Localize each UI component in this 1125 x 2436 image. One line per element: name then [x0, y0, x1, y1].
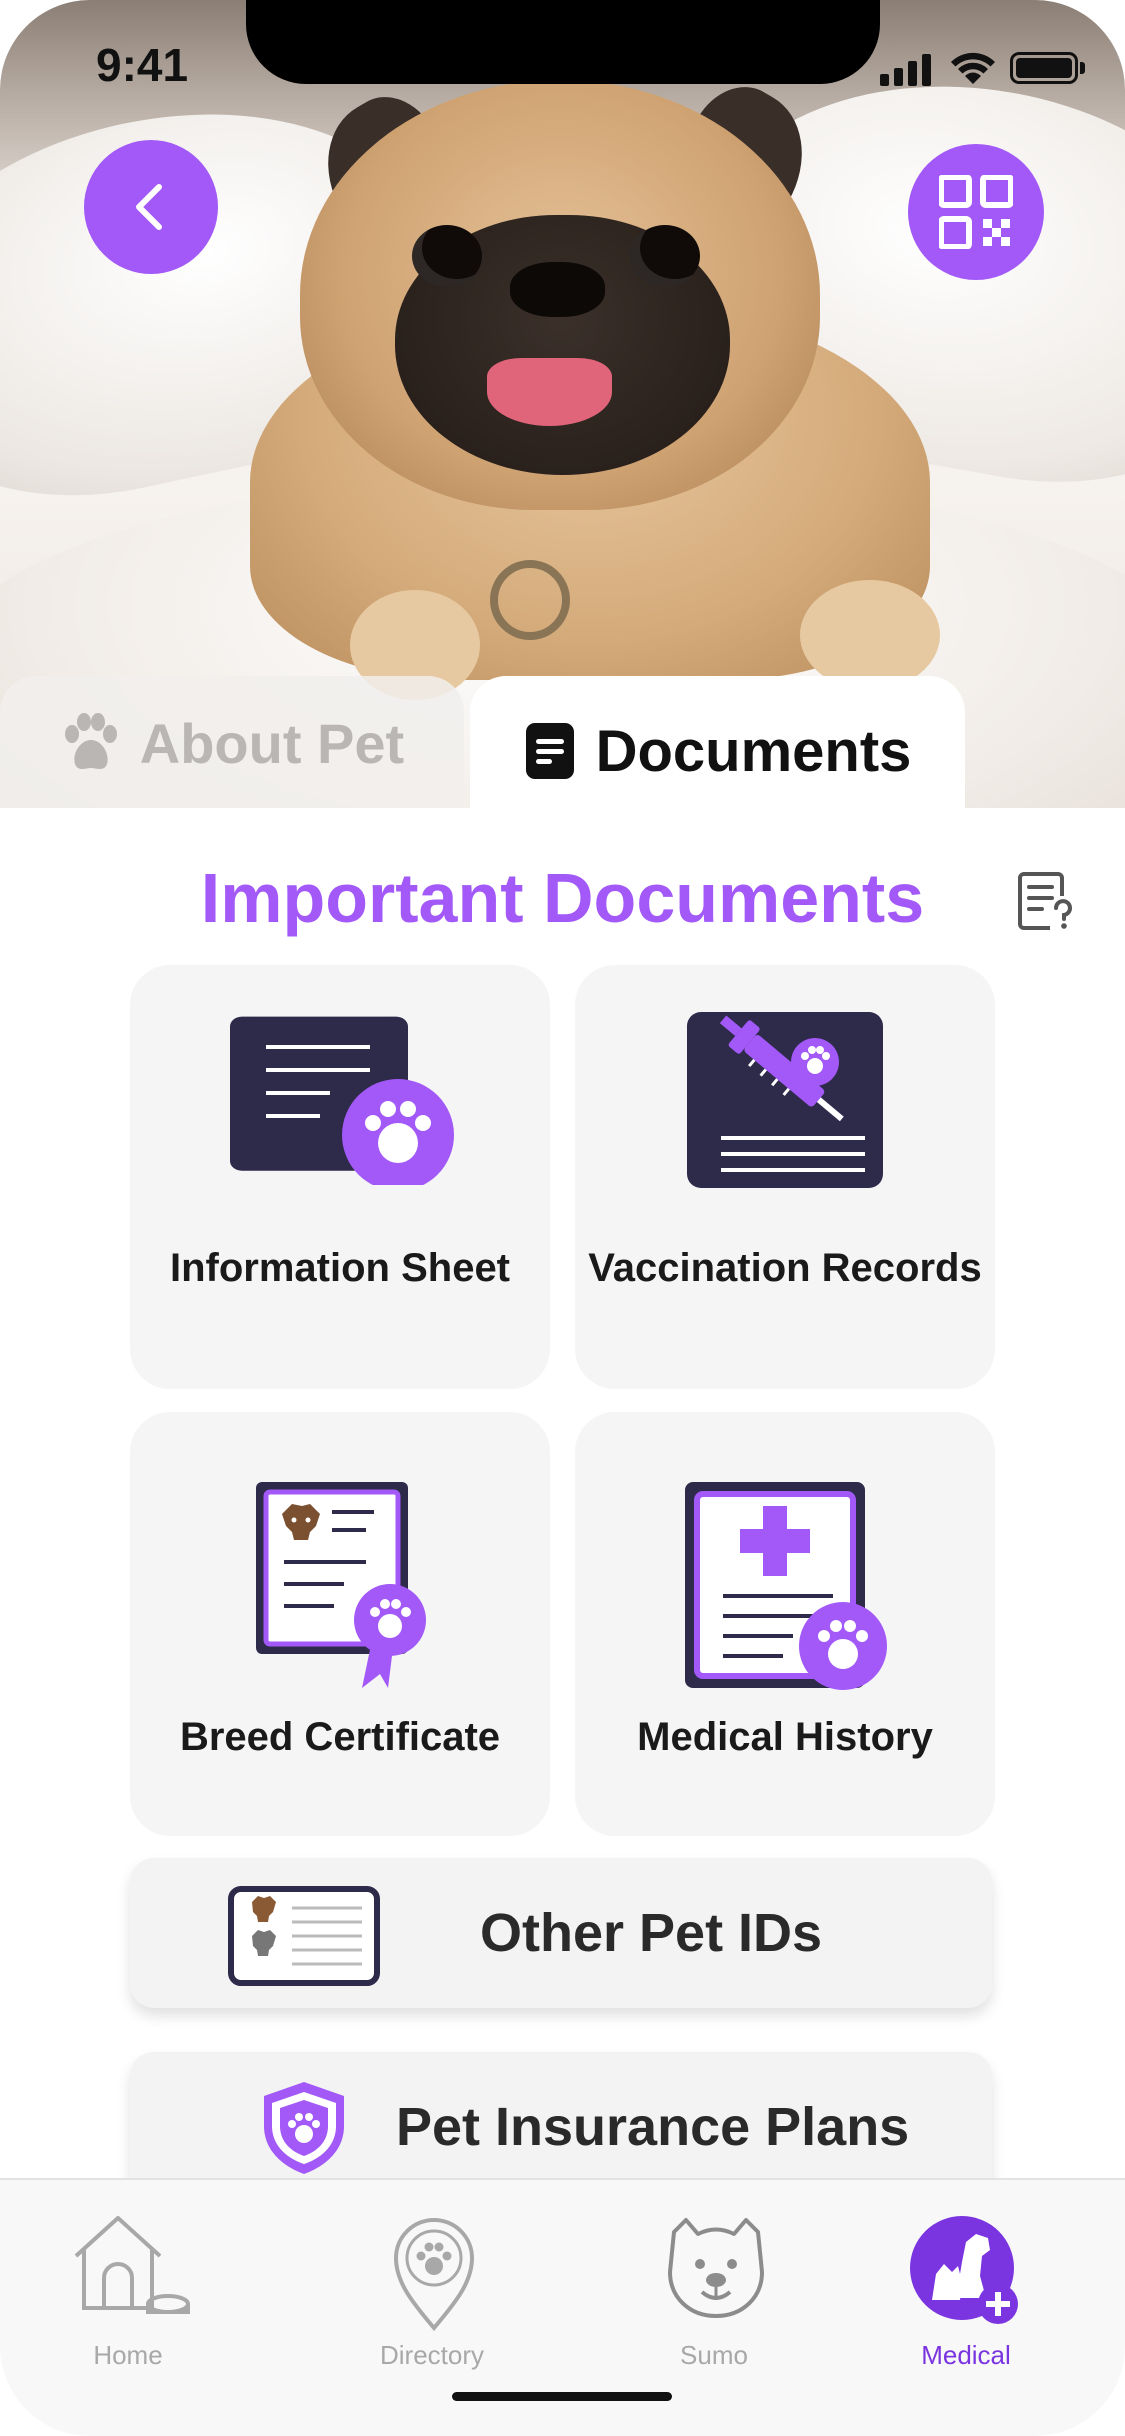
- tab-documents[interactable]: Documents: [470, 676, 965, 826]
- notch: [246, 0, 880, 84]
- cellular-signal-icon: [880, 54, 932, 86]
- medical-history-icon: [685, 1482, 887, 1690]
- tab-about-pet[interactable]: About Pet: [0, 676, 464, 810]
- qr-code-button[interactable]: [908, 144, 1044, 280]
- nav-sumo[interactable]: Sumo: [614, 2212, 814, 2372]
- vaccination-records-icon: [687, 1012, 883, 1188]
- card-label: Vaccination Records: [588, 1246, 982, 1290]
- nav-label: Sumo: [680, 2340, 748, 2370]
- breed-certificate-card[interactable]: Breed Certificate: [130, 1412, 550, 1836]
- card-label: Medical History: [637, 1715, 933, 1759]
- nav-label: Medical: [921, 2340, 1011, 2370]
- battery-icon: [1010, 52, 1078, 84]
- phone-screen: 9:41 About Pet Documents Important Docum…: [0, 0, 1125, 2436]
- paw-icon: [64, 713, 117, 769]
- qr-code-icon: [939, 175, 1013, 249]
- breed-certificate-icon: [256, 1482, 426, 1688]
- medical-history-card[interactable]: Medical History: [575, 1412, 995, 1836]
- card-label: Other Pet IDs: [480, 1903, 823, 1963]
- card-label: Pet Insurance Plans: [396, 2097, 910, 2157]
- pet-id-card-icon: [228, 1886, 380, 1986]
- status-bar: 9:41: [0, 0, 1125, 130]
- nav-label: Directory: [379, 2340, 484, 2370]
- pets-medical-icon: [910, 2216, 1018, 2324]
- vaccination-records-card[interactable]: Vaccination Records: [575, 965, 995, 1389]
- wifi-icon: [951, 52, 995, 84]
- paw-location-pin-icon: [393, 2218, 475, 2332]
- nav-medical[interactable]: Medical: [866, 2212, 1066, 2372]
- tab-label: Documents: [595, 718, 912, 784]
- nav-directory[interactable]: Directory: [332, 2212, 532, 2372]
- dog-face-icon: [668, 2218, 764, 2318]
- home-indicator: [452, 2392, 672, 2401]
- doghouse-icon: [74, 2216, 190, 2314]
- nav-label: Home: [93, 2340, 163, 2370]
- section-title: Important Documents: [200, 859, 925, 937]
- information-sheet-icon: [230, 1016, 454, 1185]
- nav-home[interactable]: Home: [28, 2212, 228, 2372]
- chevron-left-icon: [136, 184, 162, 230]
- tab-label: About Pet: [139, 711, 405, 775]
- information-sheet-card[interactable]: Information Sheet: [130, 965, 550, 1389]
- status-time: 9:41: [96, 39, 189, 91]
- card-label: Breed Certificate: [179, 1715, 501, 1759]
- paw-shield-icon: [264, 2082, 344, 2174]
- back-button[interactable]: [84, 140, 218, 274]
- other-pet-ids-card[interactable]: Other Pet IDs: [130, 1858, 992, 2008]
- document-icon: [525, 723, 574, 779]
- card-label: Information Sheet: [169, 1246, 511, 1290]
- document-help-icon[interactable]: [1018, 870, 1074, 932]
